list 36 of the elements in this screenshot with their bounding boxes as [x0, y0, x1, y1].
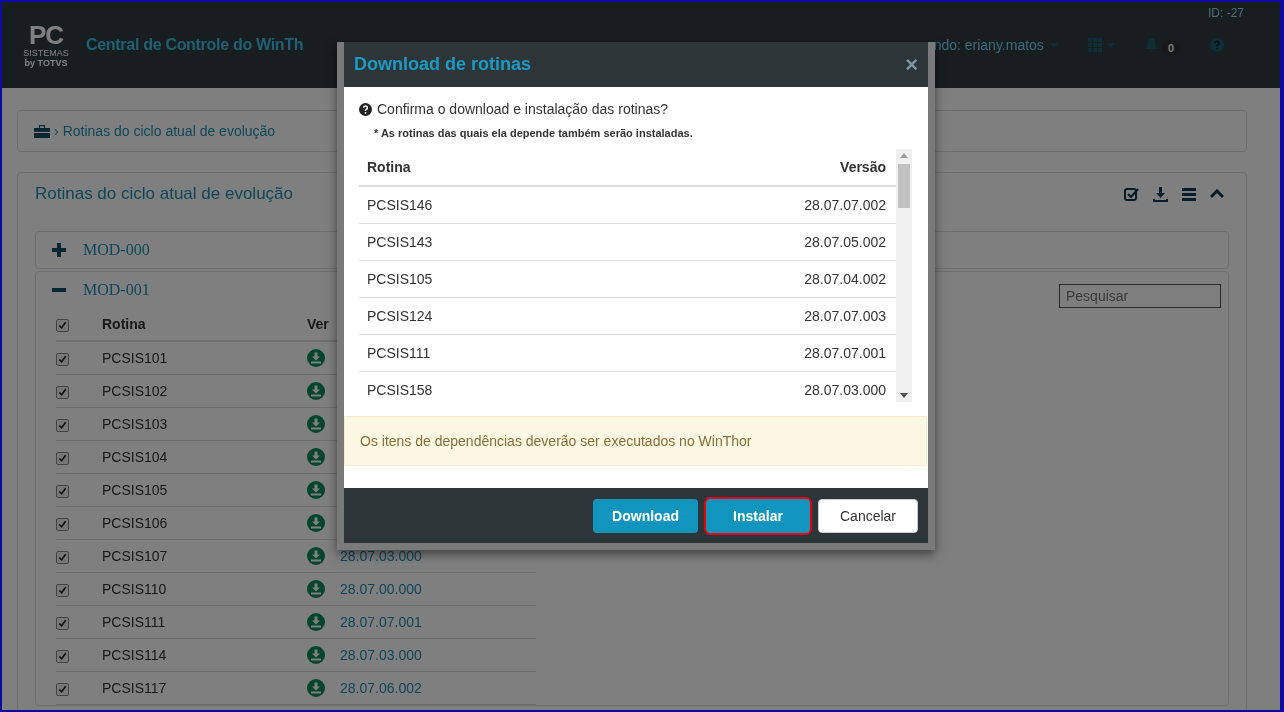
table-cell: 28.07.03.000: [804, 382, 886, 398]
column-header: Rotina: [102, 308, 307, 341]
table-cell: 28.07.04.002: [804, 271, 886, 287]
user-id: ID: -27: [1208, 6, 1244, 20]
table-cell: PCSIS158: [367, 382, 433, 398]
table-cell: PCSIS110: [102, 572, 307, 606]
column-header: Rotina: [367, 159, 411, 175]
table-cell: PCSIS117: [102, 671, 307, 705]
table-cell: 28.07.07.001: [804, 345, 886, 361]
table-cell: PCSIS105: [102, 473, 307, 507]
note-text: * As rotinas das quais ela depende também serão instaladas.: [374, 127, 694, 139]
dialog-title: Download de rotinas: [354, 54, 531, 75]
table-cell: PCSIS143: [367, 234, 433, 250]
table-cell: PCSIS106: [102, 506, 307, 540]
table-cell: 28.07.07.003: [804, 308, 886, 324]
table-cell: PCSIS124: [367, 308, 433, 324]
app-title: Central de Controle do WinTh: [86, 36, 304, 54]
breadcrumb-separator: ›: [54, 123, 59, 139]
table-cell: 28.07.07.002: [804, 197, 886, 213]
table-cell: 28.07.05.002: [804, 234, 886, 250]
table-cell: PCSIS104: [102, 440, 307, 474]
warning-alert: Os itens de dependências deverão ser executados no WinThor: [344, 416, 927, 466]
table-cell: PCSIS102: [102, 374, 307, 408]
table-cell: PCSIS105: [367, 271, 433, 287]
table-cell: PCSIS111: [367, 345, 431, 361]
column-header: Versão: [840, 159, 886, 175]
table-cell: PCSIS114: [102, 638, 307, 672]
question-text: Confirma o download e instalação das rotinas?: [377, 101, 669, 117]
table-cell: PCSIS146: [367, 197, 433, 213]
table-cell: PCSIS111: [102, 605, 307, 639]
table-cell: PCSIS107: [102, 539, 307, 573]
notification-count: 0: [1161, 40, 1180, 56]
table-cell: PCSIS101: [102, 341, 307, 375]
logo: PC SISTEMAS by TOTVS: [22, 22, 70, 68]
table-cell: PCSIS103: [102, 407, 307, 441]
panel-title: Rotinas do ciclo atual de evolução: [35, 184, 293, 204]
